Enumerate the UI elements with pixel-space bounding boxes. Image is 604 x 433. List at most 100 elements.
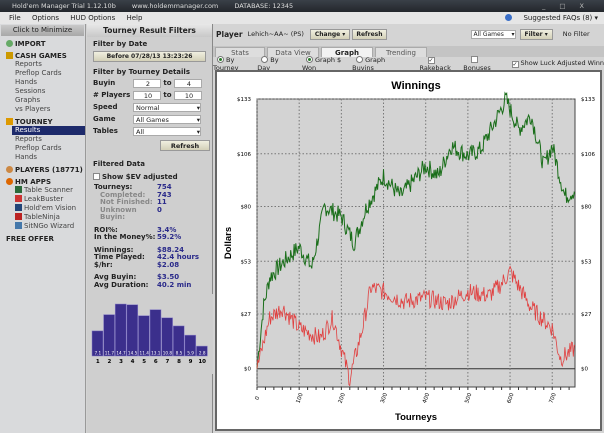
cash-icon <box>6 52 13 59</box>
players-icon <box>6 166 13 173</box>
buyin-from-input[interactable]: 2 <box>133 78 161 88</box>
filter-by-date-label: Filter by Date <box>93 40 148 48</box>
sev-checkbox[interactable]: Show $EV adjusted <box>93 173 212 181</box>
close-button[interactable]: X <box>580 2 584 10</box>
stat-label: Unknown Buyin: <box>100 205 137 221</box>
database-label: DATABASE: 12345 <box>234 2 294 10</box>
buyin-to-input[interactable]: 4 <box>174 78 202 88</box>
hist-place-label: 2 <box>107 359 111 365</box>
nav-tourney-item[interactable]: Results <box>12 126 85 135</box>
players-to-input[interactable]: 10 <box>174 90 202 100</box>
nav-cash-item[interactable]: Sessions <box>15 87 85 96</box>
hist-place-label: 3 <box>119 359 123 365</box>
date-filter-button[interactable]: Before 07/28/13 13:23:26 <box>93 51 206 62</box>
suggested-faqs[interactable]: Suggested FAQs (8) ▾ <box>496 12 598 24</box>
nav-cash-item[interactable]: Graphs <box>15 96 85 105</box>
import-icon <box>6 40 13 47</box>
luck-adjusted-label: Show Luck Adjusted Winn <box>520 59 604 67</box>
nav-tourney-item[interactable]: Hands <box>15 153 85 162</box>
games-select[interactable]: All Games ▾ <box>470 29 516 39</box>
radio-icon <box>217 55 224 63</box>
nav-cash-item[interactable]: Hands <box>15 78 85 87</box>
speed-select[interactable]: Normal ▾ <box>133 102 201 112</box>
app-url: www.holdemmanager.com <box>131 2 219 10</box>
nav-tourney-label: TOURNEY <box>15 118 53 126</box>
change-player-button[interactable]: Change ▾ <box>309 28 351 40</box>
maximize-button[interactable]: □ <box>559 2 565 10</box>
nav-apps-label: HM APPS <box>15 178 51 186</box>
nav-players[interactable]: PLAYERS (18771) <box>6 166 85 174</box>
stat-row: Unknown Buyin: 0 <box>94 205 212 222</box>
hist-place-label: 8 <box>177 359 181 365</box>
menu-options[interactable]: Options <box>32 14 59 22</box>
checkbox-icon <box>471 55 479 63</box>
luck-adjusted-checkbox[interactable]: ✓ Show Luck Adjusted Winn <box>504 59 604 68</box>
x-tick-label: 600 <box>506 392 515 404</box>
player-name: Lehich~AA~ (PS) <box>247 30 304 38</box>
nav-tourney-item[interactable]: Reports <box>15 135 85 144</box>
change-label: Change <box>314 30 341 38</box>
winnings-graph: Winnings $0 $0 $27 $27 $53 $53 $80 $80 $106 $106 $1… <box>215 70 602 431</box>
nav-app-item[interactable]: Hold'em Vision <box>15 204 85 213</box>
app-label: Hold'em Vision <box>24 204 77 212</box>
nav-app-item[interactable]: SitNGo Wizard <box>15 222 85 231</box>
y-tick-label: $53 <box>241 259 252 265</box>
chevron-down-icon: ▾ <box>196 127 200 136</box>
menu-help[interactable]: Help <box>126 14 142 22</box>
app-label: LeakBuster <box>24 195 64 203</box>
nav-app-item[interactable]: LeakBuster <box>15 195 85 204</box>
nav-free-offer[interactable]: FREE OFFER <box>6 235 85 243</box>
nav-tourney[interactable]: TOURNEY <box>6 118 85 126</box>
y-tick-label-right: $53 <box>581 259 592 265</box>
x-tick-label: 400 <box>422 392 431 404</box>
plot-area <box>256 98 576 388</box>
hist-bar-label: 5.9 <box>187 351 194 356</box>
stat-row: $/hr: $2.08 <box>94 261 212 270</box>
hist-place-label: 1 <box>96 359 100 365</box>
game-select[interactable]: All Games ▾ <box>133 114 201 124</box>
tables-select[interactable]: All ▾ <box>133 126 201 136</box>
chevron-down-icon: ▾ <box>196 115 200 124</box>
to-label: to <box>163 91 172 99</box>
y-tick-label-right: $0 <box>581 367 588 373</box>
stat-value: 0 <box>157 205 162 214</box>
radio-icon <box>356 55 364 63</box>
nav-app-item[interactable]: Table Scanner <box>15 186 85 195</box>
games-value: All Games <box>473 30 504 38</box>
player-refresh-button[interactable]: Refresh <box>352 28 387 40</box>
players-from-input[interactable]: 10 <box>133 90 161 100</box>
y-tick-label: $27 <box>241 312 252 318</box>
hist-bar <box>149 309 162 357</box>
nav-import[interactable]: IMPORT <box>6 40 85 48</box>
minimize-button[interactable]: _ <box>542 2 545 10</box>
nav-hm-apps[interactable]: HM APPS <box>6 178 85 186</box>
app-label: Table Scanner <box>24 186 73 194</box>
to-label: to <box>163 79 172 87</box>
nav-players-label: PLAYERS (18771) <box>15 166 83 174</box>
speed-value: Normal <box>136 103 160 112</box>
nav-cash-item[interactable]: Reports <box>15 60 85 69</box>
filter-button[interactable]: Filter ▾ <box>519 28 553 40</box>
faq-label: Suggested FAQs (8) ▾ <box>523 14 598 22</box>
main-panel: Player Lehich~AA~ (PS) Change ▾ Refresh … <box>213 24 604 433</box>
player-label: Player <box>216 29 243 39</box>
check-icon: ✓ <box>511 61 519 68</box>
players-label: # Players <box>93 91 131 99</box>
nav-cash-item[interactable]: vs Players <box>15 105 85 114</box>
menu-file[interactable]: File <box>9 14 21 22</box>
app-icon <box>15 222 22 229</box>
nav-cash-games[interactable]: CASH GAMES <box>6 52 85 60</box>
hist-place-label: 7 <box>165 359 169 365</box>
minimize-sidebar-button[interactable]: Click to Minimize <box>1 25 84 36</box>
hist-place-label: 5 <box>142 359 146 365</box>
refresh-filters-button[interactable]: Refresh <box>160 140 210 151</box>
x-tick-label: 500 <box>464 392 473 404</box>
hist-place-label: 9 <box>189 359 193 365</box>
tables-label: Tables <box>93 127 118 135</box>
x-tick-label: 100 <box>296 392 305 404</box>
nav-cash-item[interactable]: Preflop Cards <box>15 69 85 78</box>
menu-hud-options[interactable]: HUD Options <box>70 14 115 22</box>
nav-app-item[interactable]: TableNinja <box>15 213 85 222</box>
nav-tourney-item[interactable]: Preflop Cards <box>15 144 85 153</box>
y-tick-label: $0 <box>244 367 251 373</box>
